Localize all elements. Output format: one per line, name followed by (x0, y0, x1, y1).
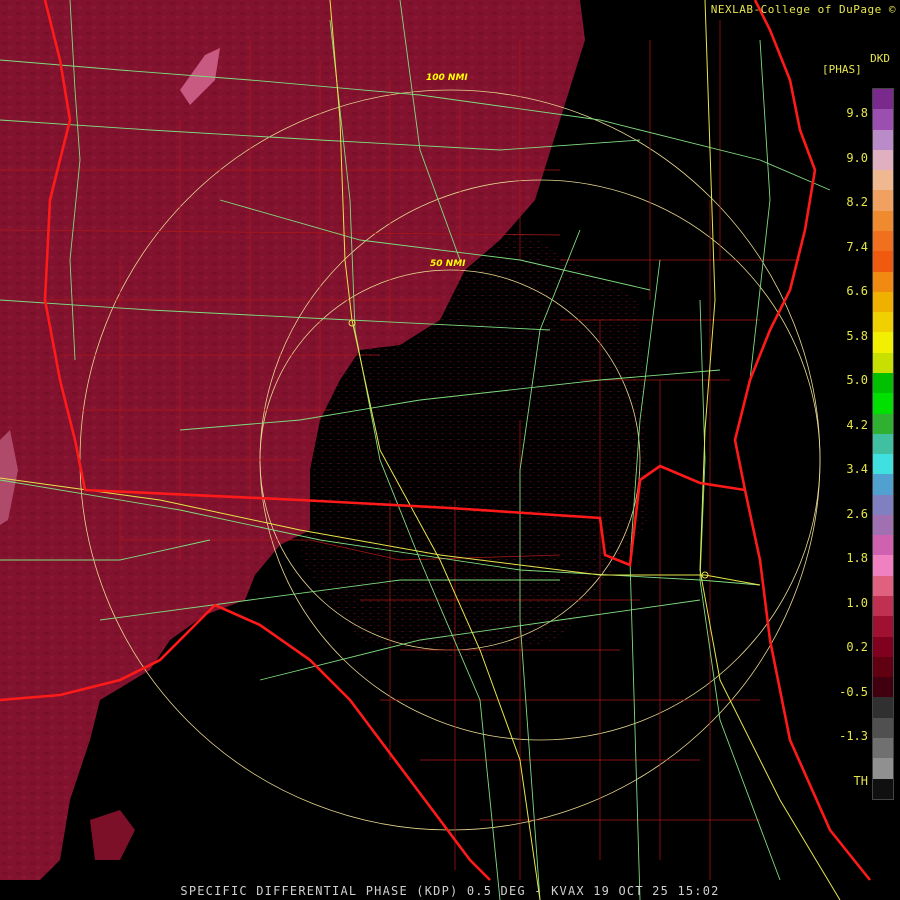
color-scale-tick-label: 6.6 (846, 284, 868, 298)
color-scale-segment (873, 210, 893, 231)
color-scale-segment (873, 393, 893, 414)
color-scale-segment (873, 616, 893, 637)
color-scale-segment (873, 433, 893, 455)
color-scale-tick-label: 0.2 (846, 640, 868, 654)
color-scale-segment (873, 230, 893, 252)
color-scale-segment (873, 596, 893, 617)
color-scale-segment (873, 555, 893, 576)
color-scale-tick-label: -1.3 (839, 729, 868, 743)
credit-text: NEXLAB-College of DuPage (710, 3, 882, 16)
color-scale-segment (873, 129, 893, 150)
color-scale-segment (873, 251, 893, 272)
color-scale-segment (873, 413, 893, 434)
color-scale-tick-label: 3.4 (846, 462, 868, 476)
color-scale-segment (873, 677, 893, 698)
range-label-50nmi: 50 NMI (430, 259, 466, 269)
color-scale-segment (873, 474, 893, 495)
color-scale-segment (873, 190, 893, 211)
color-scale-tick-label: 1.0 (846, 595, 868, 610)
product-caption: SPECIFIC DIFFERENTIAL PHASE (KDP) 0.5 DE… (180, 884, 720, 898)
color-scale-segment (873, 575, 893, 597)
color-scale-tick-label: 8.2 (846, 195, 868, 209)
color-scale-segment (873, 372, 893, 394)
color-scale-segment (873, 697, 893, 718)
color-scale-tick-label: 4.2 (846, 417, 868, 432)
color-scale-segment (873, 291, 893, 313)
color-scale-segment (873, 717, 893, 738)
color-scale-segment (873, 758, 893, 779)
color-scale-bar (872, 88, 894, 800)
color-scale-tick-label: 9.0 (846, 150, 868, 165)
color-scale-tick-label: 9.8 (846, 106, 868, 120)
color-scale-tick-label: TH (853, 773, 868, 788)
color-scale-tick-label: 1.8 (846, 551, 868, 565)
color-scale-segment (873, 332, 893, 353)
radar-map (0, 0, 900, 900)
color-scale-tick-label: 5.8 (846, 328, 868, 343)
color-scale-segment (873, 454, 893, 475)
legend-unit-title: DKD (870, 52, 890, 65)
color-scale-segment (873, 656, 893, 678)
color-scale-tick-label: 2.6 (846, 506, 868, 521)
color-scale-segment (873, 535, 893, 556)
credit-label: NEXLAB-College of DuPage © (711, 3, 896, 16)
color-scale-segment (873, 494, 893, 515)
copyright-symbol: © (888, 3, 896, 16)
color-scale-segment (873, 312, 893, 333)
color-scale-segment (873, 109, 893, 130)
color-scale-segment (873, 636, 893, 657)
color-scale-segment (873, 738, 893, 759)
color-scale-segment (873, 271, 893, 292)
color-scale-tick-label: 5.0 (846, 373, 868, 387)
legend-unit-subtitle: [PHAS] (822, 63, 862, 76)
range-label-100nmi: 100 NMI (426, 73, 468, 83)
color-scale-tick-label: -0.5 (839, 684, 868, 699)
color-scale-segment (873, 89, 893, 110)
color-scale-segment (873, 149, 893, 171)
color-scale-tick-label: 7.4 (846, 239, 868, 254)
color-scale-segment (873, 170, 893, 191)
color-scale-segment (873, 778, 893, 799)
color-scale-segment (873, 514, 893, 536)
color-scale-segment (873, 352, 893, 373)
